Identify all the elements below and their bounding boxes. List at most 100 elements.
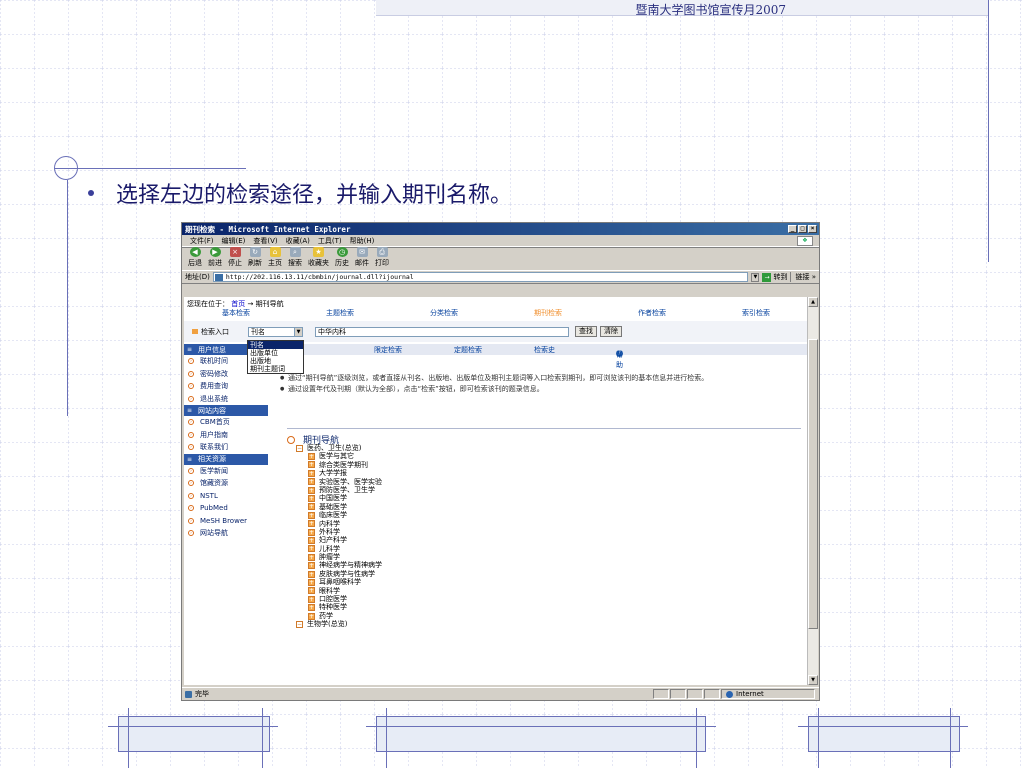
status-cell xyxy=(653,689,669,699)
journal-tree: − 医药、卫生(总览) + 医学与其它 + 综合类医学期刊 + 大学学报 + 实验医学、医学实验… xyxy=(296,444,382,629)
tree-node[interactable]: + 医学与其它 xyxy=(296,452,382,460)
arrow-bullet-icon: › xyxy=(188,505,194,512)
scroll-down-icon[interactable]: ▼ xyxy=(808,675,818,685)
scroll-up-icon[interactable]: ▲ xyxy=(808,297,818,307)
scroll-thumb[interactable] xyxy=(808,339,818,629)
tree-node[interactable]: + 临床医学 xyxy=(296,511,382,519)
breadcrumb-home[interactable]: 首页 xyxy=(231,300,245,308)
vertical-scrollbar[interactable]: ▲ ▼ xyxy=(807,297,818,685)
sidebar-section-header[interactable]: ≡ 相关资源 xyxy=(184,453,268,465)
menu-view[interactable]: 查看(V) xyxy=(253,236,277,246)
security-zone: Internet xyxy=(721,689,815,699)
collapse-icon: ≡ xyxy=(187,346,193,353)
sidebar-item[interactable]: › PubMed xyxy=(184,502,268,515)
minimize-button[interactable]: _ xyxy=(788,225,797,233)
address-input[interactable]: http://202.116.13.11/cbmbin/journal.dll?… xyxy=(212,272,749,282)
find-button[interactable]: 查找 xyxy=(575,326,597,337)
refresh-icon: ↻ xyxy=(249,247,261,257)
tab-classification-search[interactable]: 分类检索 xyxy=(430,308,458,319)
collapse-icon: ≡ xyxy=(187,455,193,463)
tab-journal-search[interactable]: 期刊检索 xyxy=(534,308,562,319)
search-entry-label: 检索入口 xyxy=(192,327,248,337)
menu-file[interactable]: 文件(F) xyxy=(190,236,214,246)
close-button[interactable]: × xyxy=(808,225,817,233)
menu-edit[interactable]: 编辑(E) xyxy=(222,236,246,246)
forward-button[interactable]: ▶ 前进 xyxy=(208,247,222,268)
stop-button[interactable]: × 停止 xyxy=(228,247,242,268)
expand-icon: + xyxy=(308,536,315,544)
collapse-icon: − xyxy=(296,444,303,452)
links-button[interactable]: 链接 » xyxy=(790,272,816,282)
tree-node[interactable]: + 大学学报 xyxy=(296,469,382,477)
dropdown-option[interactable]: 刊名 xyxy=(248,341,303,349)
tree-node[interactable]: + 实验医学、医学实验 xyxy=(296,478,382,486)
maximize-button[interactable]: □ xyxy=(798,225,807,233)
sidebar-item[interactable]: › 网站导航 xyxy=(184,527,268,540)
printer-icon: ⎙ xyxy=(376,247,388,257)
sidebar-item[interactable]: › 馆藏资源 xyxy=(184,477,268,490)
refresh-button[interactable]: ↻ 刷新 xyxy=(248,247,262,268)
stop-icon: × xyxy=(229,247,241,257)
tree-node[interactable]: + 基础医学 xyxy=(296,503,382,511)
sidebar-item[interactable]: › CBM首页 xyxy=(184,416,268,429)
limit-search-link[interactable]: 限定检索 xyxy=(374,345,402,355)
address-dropdown-icon[interactable]: ▼ xyxy=(751,272,760,282)
clear-button[interactable]: 清除 xyxy=(600,326,622,337)
dropdown-option[interactable]: 期刊主题词 xyxy=(248,365,303,373)
tip-text: 通过设置年代及刊期（默认为全部），点击“检索”按钮，即可检索该刊的题录信息。 xyxy=(280,384,790,395)
deco-circle xyxy=(54,156,78,180)
deco-line xyxy=(818,708,819,768)
topic-search-link[interactable]: 定题检索 xyxy=(454,345,482,355)
tree-node[interactable]: + 妇产科学 xyxy=(296,536,382,544)
deco-line xyxy=(54,168,246,169)
tree-root[interactable]: − 生物学(总览) xyxy=(296,620,382,628)
tree-node[interactable]: + 药学 xyxy=(296,612,382,620)
tree-node[interactable]: + 神经病学与精神病学 xyxy=(296,561,382,569)
sidebar-item[interactable]: › 费用查询 xyxy=(184,380,268,393)
tab-author-search[interactable]: 作者检索 xyxy=(638,308,666,319)
sidebar-section-header[interactable]: ≡ 网站内容 xyxy=(184,405,268,416)
tree-node[interactable]: + 皮肤病学与性病学 xyxy=(296,570,382,578)
favorites-button[interactable]: ★ 收藏夹 xyxy=(308,247,329,268)
menu-help[interactable]: 帮助(H) xyxy=(350,236,375,246)
address-label: 地址(D) xyxy=(185,273,210,281)
tree-node[interactable]: + 特种医学 xyxy=(296,603,382,611)
tree-node[interactable]: + 耳鼻咽喉科学 xyxy=(296,578,382,586)
print-button[interactable]: ⎙ 打印 xyxy=(375,247,389,268)
sidebar-item[interactable]: › 退出系统 xyxy=(184,393,268,406)
dropdown-option[interactable]: 出版单位 xyxy=(248,349,303,357)
tree-node[interactable]: + 中国医学 xyxy=(296,494,382,502)
search-button[interactable]: ⌕ 搜索 xyxy=(288,247,302,268)
tree-node[interactable]: + 内科学 xyxy=(296,520,382,528)
go-button[interactable]: → 转到 xyxy=(762,272,787,282)
sidebar-item[interactable]: › 联系我们 xyxy=(184,441,268,454)
collapse-icon: − xyxy=(296,620,303,628)
history-button[interactable]: ◷ 历史 xyxy=(335,247,349,268)
tree-node[interactable]: + 综合类医学期刊 xyxy=(296,461,382,469)
search-history-link[interactable]: 检索史 xyxy=(534,345,555,355)
arrow-bullet-icon: › xyxy=(188,370,194,377)
expand-icon: + xyxy=(308,495,315,503)
tab-subject-search[interactable]: 主题检索 xyxy=(326,308,354,319)
mail-button[interactable]: ✉ 邮件 xyxy=(355,247,369,268)
tab-index-search[interactable]: 索引检索 xyxy=(742,308,770,319)
sidebar-item[interactable]: › 医学新闻 xyxy=(184,465,268,478)
home-button[interactable]: ⌂ 主页 xyxy=(268,247,282,268)
sidebar-item[interactable]: › MeSH Brower xyxy=(184,515,268,528)
deco-line xyxy=(696,708,697,768)
page-icon xyxy=(214,274,223,281)
breadcrumb-current: 期刊导航 xyxy=(255,300,284,308)
sidebar-item[interactable]: › NSTL xyxy=(184,490,268,503)
search-field-select[interactable]: 刊名 ▼ xyxy=(248,326,303,337)
back-button[interactable]: ◀ 后退 xyxy=(188,247,202,268)
dropdown-option[interactable]: 出版地 xyxy=(248,357,303,365)
menu-tools[interactable]: 工具(T) xyxy=(318,236,342,246)
sidebar-item[interactable]: › 用户指南 xyxy=(184,429,268,442)
tree-node[interactable]: + 眼科学 xyxy=(296,587,382,595)
arrow-bullet-icon: › xyxy=(188,431,194,438)
tab-basic-search[interactable]: 基本检索 xyxy=(222,308,250,319)
tree-node[interactable]: + 儿科学 xyxy=(296,545,382,553)
journal-name-input[interactable]: 中华内科 xyxy=(315,326,569,337)
expand-icon: + xyxy=(308,612,315,620)
menu-favorites[interactable]: 收藏(A) xyxy=(286,236,310,246)
